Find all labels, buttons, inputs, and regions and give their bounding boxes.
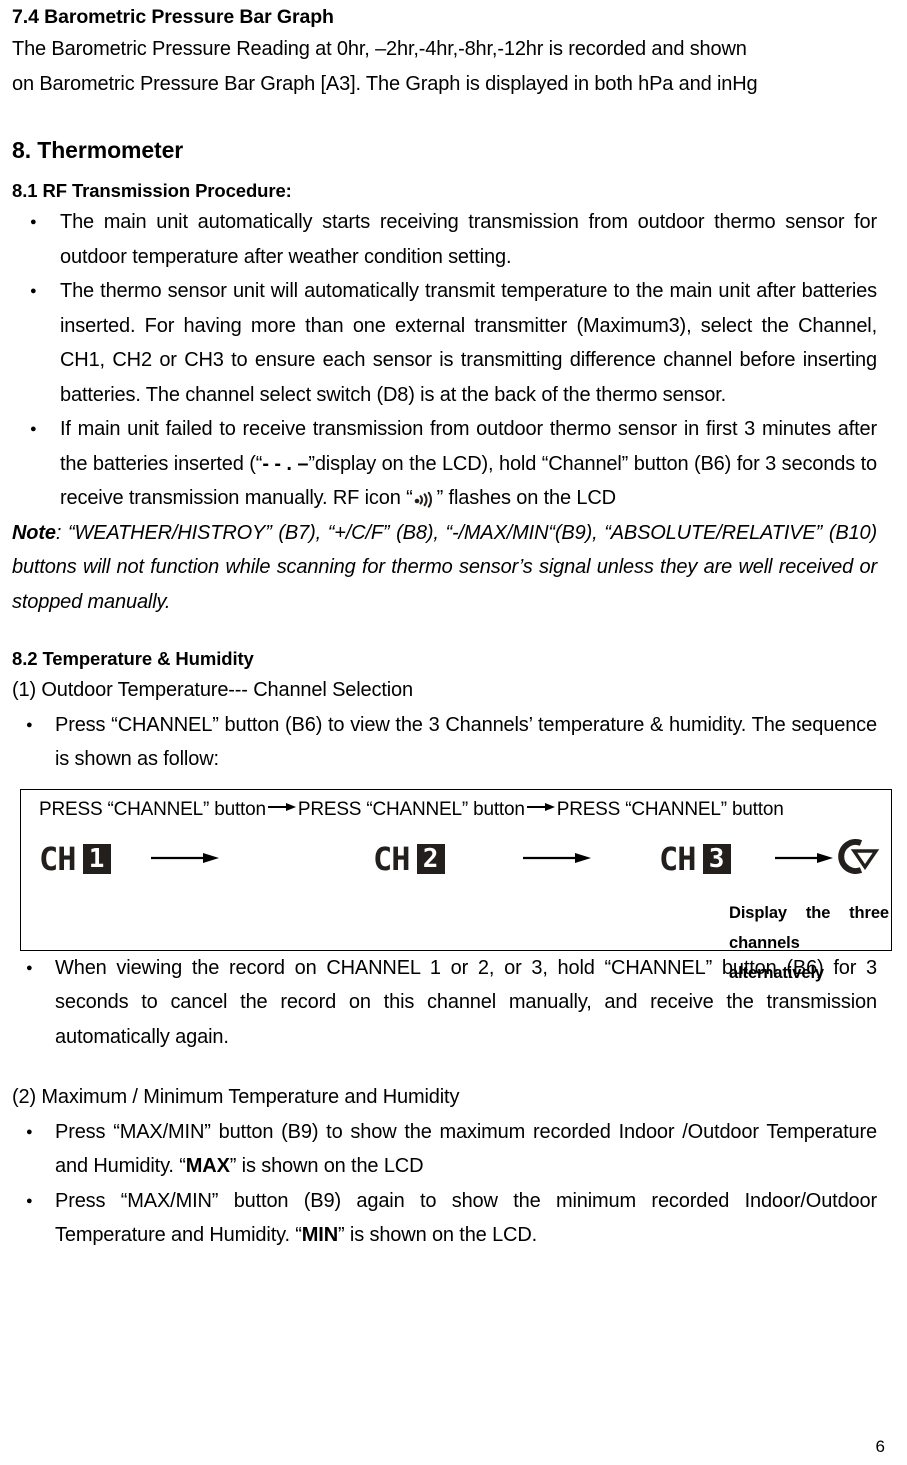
channel-digit-1: 1 bbox=[82, 843, 111, 874]
document-page: 7.4 Barometric Pressure Bar Graph The Ba… bbox=[0, 0, 907, 1465]
section-8-1-note: Note: “WEATHER/HISTROY” (B7), “+/C/F” (B… bbox=[12, 516, 877, 620]
section-8-2-bullet-list-2: When viewing the record on CHANNEL 1 or … bbox=[12, 951, 877, 1055]
page-number: 6 bbox=[875, 1437, 885, 1456]
note-text: “WEATHER/HISTROY” (B7), “+/C/F” (B8), “-… bbox=[12, 521, 877, 613]
rf-signal-icon bbox=[413, 488, 437, 508]
arrow-right-icon bbox=[149, 850, 221, 866]
max-emphasis: MAX bbox=[185, 1155, 230, 1177]
channel-label-1: CH bbox=[39, 839, 77, 878]
section-8-2-bullet-list-3: Press “MAX/MIN” button (B9) to show the … bbox=[12, 1115, 877, 1253]
channel-label-2: CH bbox=[373, 839, 411, 878]
max-bullet-part-1: Press “MAX/MIN” button (B9) to show the … bbox=[55, 1120, 877, 1178]
arrow-right-icon bbox=[525, 801, 557, 813]
section-8-heading: 8. Thermometer bbox=[12, 137, 184, 163]
section-7-4-paragraph-line-1: The Barometric Pressure Reading at 0hr, … bbox=[12, 38, 747, 60]
section-8-1-heading: 8.1 RF Transmission Procedure: bbox=[12, 180, 292, 201]
channel-sequence-diagram: PRESS “CHANNEL” button PRESS “CHANNEL” bu… bbox=[20, 788, 892, 982]
diagram-step-label-3: PRESS “CHANNEL” button bbox=[556, 798, 784, 820]
list-item: Press “CHANNEL” button (B6) to view the … bbox=[12, 708, 877, 777]
max-bullet-part-2: ” is shown on the LCD bbox=[229, 1155, 424, 1177]
list-item: When viewing the record on CHANNEL 1 or … bbox=[12, 951, 877, 1055]
diagram-header-row: PRESS “CHANNEL” button PRESS “CHANNEL” bu… bbox=[39, 797, 881, 823]
list-item: The thermo sensor unit will automaticall… bbox=[12, 274, 877, 412]
channel-label-3: CH bbox=[659, 839, 697, 878]
diagram-step-label-2: PRESS “CHANNEL” button bbox=[297, 798, 525, 820]
lcd-dash-display: - - . – bbox=[262, 452, 309, 475]
diagram-caption-line-1: Display the three bbox=[729, 903, 889, 922]
section-8-2-item-1-heading: (1) Outdoor Temperature--- Channel Selec… bbox=[12, 679, 414, 701]
arrow-right-icon bbox=[266, 801, 298, 813]
section-8-2-item-2-heading: (2) Maximum / Minimum Temperature and Hu… bbox=[12, 1086, 460, 1108]
cycle-loop-icon bbox=[827, 832, 883, 884]
min-emphasis: MIN bbox=[301, 1224, 339, 1246]
bullet3-text-part-3: ” flashes on the LCD bbox=[436, 487, 616, 509]
channel-badge-3: CH 3 bbox=[659, 836, 731, 882]
section-7-4-paragraph-line-2: on Barometric Pressure Bar Graph [A3]. T… bbox=[12, 72, 758, 95]
arrow-right-icon bbox=[521, 850, 593, 866]
channel-badge-1: CH 1 bbox=[39, 836, 111, 882]
list-item: If main unit failed to receive transmiss… bbox=[12, 412, 877, 516]
min-bullet-part-2: ” is shown on the LCD. bbox=[338, 1224, 538, 1246]
section-7-4-heading: 7.4 Barometric Pressure Bar Graph bbox=[12, 6, 334, 28]
diagram-channel-row: CH 1 CH 2 CH 3 bbox=[21, 836, 891, 900]
channel-digit-3: 3 bbox=[702, 843, 731, 874]
section-8-2-heading: 8.2 Temperature & Humidity bbox=[12, 648, 254, 669]
channel-badge-2: CH 2 bbox=[373, 836, 445, 882]
diagram-step-label-1: PRESS “CHANNEL” button bbox=[39, 798, 266, 820]
list-item: The main unit automatically starts recei… bbox=[12, 205, 877, 274]
list-item: Press “MAX/MIN” button (B9) to show the … bbox=[12, 1115, 877, 1184]
section-8-2-bullet-list-1: Press “CHANNEL” button (B6) to view the … bbox=[12, 708, 877, 777]
list-item: Press “MAX/MIN” button (B9) again to sho… bbox=[12, 1184, 877, 1253]
arrow-right-icon bbox=[773, 850, 835, 866]
note-label: Note bbox=[12, 521, 56, 544]
section-8-1-bullet-list: The main unit automatically starts recei… bbox=[12, 205, 877, 516]
channel-digit-2: 2 bbox=[416, 843, 445, 874]
